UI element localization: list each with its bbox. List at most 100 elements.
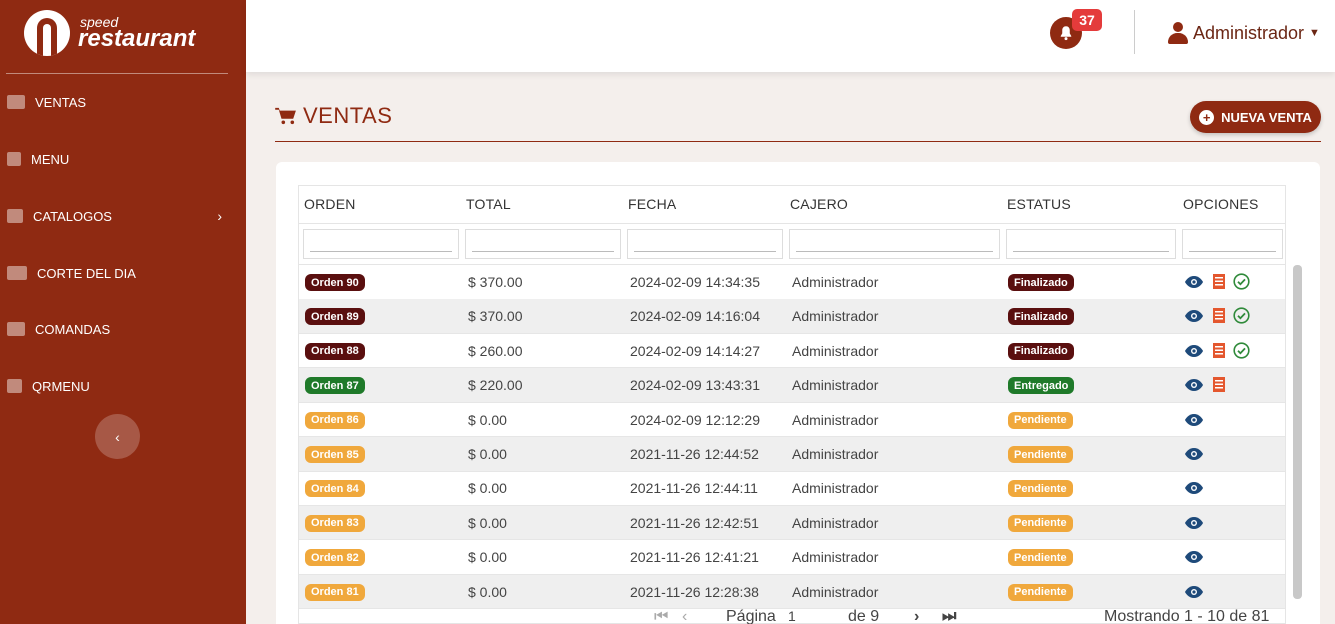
brand-logo[interactable]: speed restaurant xyxy=(24,8,195,58)
table-row[interactable]: Orden 82 $ 0.00 2021-11-26 12:41:21 Adminis… xyxy=(299,540,1285,575)
table-row[interactable]: Orden 87 $ 220.00 2024-02-09 13:43:31 Admin… xyxy=(299,368,1285,403)
sidebar-item-corte-del-dia[interactable]: CORTE DEL DIA xyxy=(0,253,246,293)
cashier-cell: Administrador xyxy=(792,480,879,497)
view-eye-icon[interactable] xyxy=(1184,516,1204,530)
total-cell: $ 0.00 xyxy=(468,480,507,497)
order-badge[interactable]: Orden 90 xyxy=(305,274,365,291)
previous-page-icon[interactable]: ‹ xyxy=(682,608,687,624)
page-number-input[interactable]: 1 xyxy=(788,608,796,624)
date-cell: 2024-02-09 14:14:27 xyxy=(630,342,760,359)
filter-cajero-input[interactable] xyxy=(789,229,1000,259)
total-cell: $ 0.00 xyxy=(468,411,507,428)
chevron-left-icon: ‹ xyxy=(115,428,120,445)
sidebar: speed restaurant VENTAS MENU CATALOGOS ›… xyxy=(0,0,246,624)
table-row[interactable]: Orden 85 $ 0.00 2021-11-26 12:44:52 Adminis… xyxy=(299,437,1285,472)
total-cell: $ 370.00 xyxy=(468,308,523,325)
sidebar-item-catalogos[interactable]: CATALOGOS › xyxy=(0,196,246,236)
total-cell: $ 260.00 xyxy=(468,342,523,359)
first-page-icon[interactable]: ⏮ xyxy=(654,608,668,624)
receipt-icon[interactable] xyxy=(1212,273,1226,290)
sidebar-item-menu[interactable]: MENU xyxy=(0,139,246,179)
new-sale-button[interactable]: + NUEVA VENTA xyxy=(1190,101,1321,133)
status-badge: Pendiente xyxy=(1008,549,1073,567)
view-eye-icon[interactable] xyxy=(1184,309,1204,323)
check-circle-icon[interactable] xyxy=(1233,307,1250,324)
status-badge: Pendiente xyxy=(1008,514,1073,532)
order-badge[interactable]: Orden 81 xyxy=(305,583,365,601)
status-badge: Entregado xyxy=(1008,377,1075,395)
sidebar-item-ventas[interactable]: VENTAS xyxy=(0,82,246,122)
cashier-cell: Administrador xyxy=(792,549,879,566)
filter-total-input[interactable] xyxy=(465,229,621,259)
table-row[interactable]: Orden 84 $ 0.00 2021-11-26 12:44:11 Adminis… xyxy=(299,471,1285,506)
total-cell: $ 370.00 xyxy=(468,274,523,290)
view-eye-icon[interactable] xyxy=(1184,378,1204,392)
filter-estatus-input[interactable] xyxy=(1006,229,1176,259)
order-badge[interactable]: Orden 85 xyxy=(305,446,365,463)
last-page-icon[interactable]: ⏭ xyxy=(942,608,956,624)
table-row[interactable]: Orden 86 $ 0.00 2024-02-09 12:12:29 Adminis… xyxy=(299,403,1285,438)
date-cell: 2024-02-09 14:16:04 xyxy=(630,308,760,325)
order-badge[interactable]: Orden 83 xyxy=(305,514,365,532)
cashier-cell: Administrador xyxy=(792,308,879,325)
order-badge[interactable]: Orden 88 xyxy=(305,342,365,360)
user-menu[interactable]: Administrador ▼ xyxy=(1168,20,1320,46)
topbar-divider xyxy=(1134,10,1135,54)
sidebar-item-qrmenu[interactable]: QRMENU xyxy=(0,366,246,406)
view-eye-icon[interactable] xyxy=(1184,344,1204,358)
next-page-icon[interactable]: › xyxy=(914,608,919,624)
receipt-icon[interactable] xyxy=(1212,376,1226,393)
order-badge[interactable]: Orden 82 xyxy=(305,549,365,567)
date-cell: 2021-11-26 12:41:21 xyxy=(630,549,759,566)
chart-icon xyxy=(7,266,27,280)
check-circle-icon[interactable] xyxy=(1233,273,1250,290)
user-name: Administrador xyxy=(1193,22,1305,43)
table-row[interactable]: Orden 88 $ 260.00 2024-02-09 14:14:27 Admin… xyxy=(299,334,1285,369)
receipt-icon[interactable] xyxy=(1212,307,1226,324)
table-row[interactable]: Orden 90 $ 370.00 2024-02-09 14:34:35 Admin… xyxy=(299,265,1285,300)
check-circle-icon[interactable] xyxy=(1233,342,1250,359)
cashier-cell: Administrador xyxy=(792,583,879,600)
view-eye-icon[interactable] xyxy=(1184,550,1204,564)
sidebar-item-label: CATALOGOS xyxy=(33,208,112,224)
cashier-cell: Administrador xyxy=(792,411,879,428)
column-header-fecha[interactable]: FECHA xyxy=(628,196,676,212)
column-header-cajero[interactable]: CAJERO xyxy=(790,196,848,212)
cashier-cell: Administrador xyxy=(792,342,879,359)
table-row[interactable]: Orden 89 $ 370.00 2024-02-09 14:16:04 Admin… xyxy=(299,299,1285,334)
filter-opciones-input[interactable] xyxy=(1182,229,1283,259)
column-header-total[interactable]: TOTAL xyxy=(466,196,511,212)
table-scrollbar[interactable] xyxy=(1293,265,1302,599)
order-badge[interactable]: Orden 89 xyxy=(305,308,365,326)
order-badge[interactable]: Orden 86 xyxy=(305,411,365,429)
sidebar-divider xyxy=(6,73,228,74)
order-badge[interactable]: Orden 84 xyxy=(305,480,365,498)
view-eye-icon[interactable] xyxy=(1184,447,1204,461)
column-header-estatus[interactable]: ESTATUS xyxy=(1007,196,1071,212)
view-eye-icon[interactable] xyxy=(1184,481,1204,495)
order-badge[interactable]: Orden 87 xyxy=(305,377,365,395)
brand-name: restaurant xyxy=(78,25,196,52)
table-row[interactable]: Orden 83 $ 0.00 2021-11-26 12:42:51 Adminis… xyxy=(299,505,1285,541)
filter-fecha-input[interactable] xyxy=(627,229,783,259)
sidebar-item-comandas[interactable]: COMANDAS xyxy=(0,309,246,349)
receipt-icon[interactable] xyxy=(1212,342,1226,359)
filter-orden-input[interactable] xyxy=(303,229,459,259)
filter-row xyxy=(299,224,1285,265)
sidebar-item-label: MENU xyxy=(31,151,70,167)
view-eye-icon[interactable] xyxy=(1184,585,1204,599)
status-badge: Pendiente xyxy=(1008,583,1073,601)
column-header-orden[interactable]: ORDEN xyxy=(304,196,356,212)
page-header: VENTAS xyxy=(275,100,392,132)
view-eye-icon[interactable] xyxy=(1184,413,1204,427)
date-cell: 2024-02-09 14:34:35 xyxy=(630,274,760,290)
page-title: VENTAS xyxy=(303,103,393,128)
cart-icon xyxy=(275,107,296,125)
total-cell: $ 0.00 xyxy=(468,514,507,531)
qr-icon xyxy=(7,379,22,393)
total-cell: $ 0.00 xyxy=(468,583,507,600)
sidebar-collapse-button[interactable]: ‹ xyxy=(95,414,140,459)
status-badge: Finalizado xyxy=(1008,274,1074,291)
total-cell: $ 0.00 xyxy=(468,549,507,566)
view-eye-icon[interactable] xyxy=(1184,275,1204,289)
